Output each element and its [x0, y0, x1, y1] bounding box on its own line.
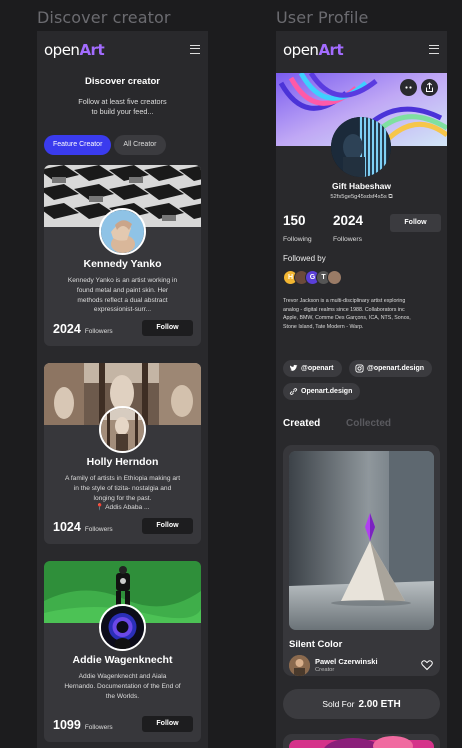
copy-icon: ⧉ [388, 194, 393, 200]
page-subtitle: Follow at least five creators to build y… [78, 97, 167, 116]
link-icon [289, 388, 298, 395]
creator-card[interactable]: Holly Herndon A family of artists in Eth… [44, 363, 201, 544]
tab-created[interactable]: Created [283, 418, 320, 429]
profile-avatar [331, 117, 391, 177]
top-bar: openArt [276, 31, 447, 69]
nft-card[interactable]: Silent Color Pawel Czerwinski Creator [283, 445, 440, 676]
profile-name: Gift Habeshaw [331, 181, 392, 191]
next-nft-card[interactable] [283, 734, 440, 748]
followers-count: 2024 Followers [53, 322, 113, 336]
followers-count: 1024 Followers [53, 520, 113, 534]
creator-tabs: Feature Creator All Creator [44, 135, 166, 155]
creator-name: Addie Wagenknecht [72, 654, 173, 666]
website-link[interactable]: Openart.design [283, 383, 361, 400]
creator-avatar [99, 406, 146, 453]
twitter-icon [289, 364, 298, 371]
tab-collected[interactable]: Collected [346, 418, 391, 429]
top-bar: openArt [37, 31, 208, 69]
tab-all-creator[interactable]: All Creator [114, 135, 166, 155]
sold-price-bar: Sold For 2.00 ETH [283, 689, 440, 719]
creator-bio: Kennedy Yanko is an artist working in fo… [67, 277, 178, 314]
discover-creator-screen: openArt Discover creator Follow at least… [37, 31, 208, 748]
creator-name: Kennedy Yanko [83, 258, 162, 270]
instagram-link[interactable]: @openart.design [349, 360, 432, 377]
follow-button[interactable]: Follow [142, 518, 193, 534]
followers-stat[interactable]: 2024 Followers [333, 213, 363, 246]
follow-button[interactable]: Follow [142, 320, 193, 336]
share-button[interactable] [421, 79, 438, 96]
hamburger-menu-icon[interactable] [190, 45, 200, 54]
followed-by-label: Followed by [283, 254, 326, 263]
tab-feature-creator[interactable]: Feature Creator [44, 135, 112, 155]
creator-avatar [99, 208, 146, 255]
owner-avatar[interactable] [289, 655, 310, 676]
openart-logo[interactable]: openArt [44, 41, 105, 59]
creator-card[interactable]: Addie Wagenknecht Addie Wagenknecht and … [44, 561, 201, 742]
creator-bio: Addie Wagenknecht and Aiala Hernando. Do… [64, 673, 181, 700]
follower-avatar [327, 270, 342, 285]
owner-name[interactable]: Pawel Czerwinski [315, 657, 378, 666]
section-title-profile: User Profile [276, 8, 369, 27]
creator-card[interactable]: Kennedy Yanko Kennedy Yanko is an artist… [44, 165, 201, 346]
follow-button[interactable]: Follow [390, 214, 441, 232]
wallet-address[interactable]: 52fs5ge5g45sdsf4s5s ⧉ [276, 194, 447, 201]
profile-bio: Trevor Jackson is a multi-disciplinary a… [283, 298, 411, 330]
nft-image [289, 451, 434, 630]
nft-title: Silent Color [289, 639, 343, 650]
share-icon [426, 82, 433, 92]
creator-name: Holly Herndon [86, 456, 159, 468]
hamburger-menu-icon[interactable] [429, 45, 439, 54]
more-options-button[interactable] [400, 79, 417, 96]
owner-role: Creator [315, 667, 335, 673]
twitter-link[interactable]: @openart [283, 360, 342, 377]
user-profile-screen: openArt Gift Habeshaw 52fs5ge5g45sdsf4s5… [276, 31, 447, 748]
page-title: Discover creator [85, 76, 160, 87]
following-stat[interactable]: 150 Following [283, 213, 312, 246]
creator-bio: A family of artists in Ethiopia making a… [64, 475, 181, 512]
instagram-icon [355, 364, 364, 373]
creator-avatar [99, 604, 146, 651]
followers-count: 1099 Followers [53, 718, 113, 732]
follow-button[interactable]: Follow [142, 716, 193, 732]
openart-logo[interactable]: openArt [283, 41, 344, 59]
heart-icon[interactable] [421, 659, 433, 671]
section-title-discover: Discover creator [37, 8, 171, 27]
